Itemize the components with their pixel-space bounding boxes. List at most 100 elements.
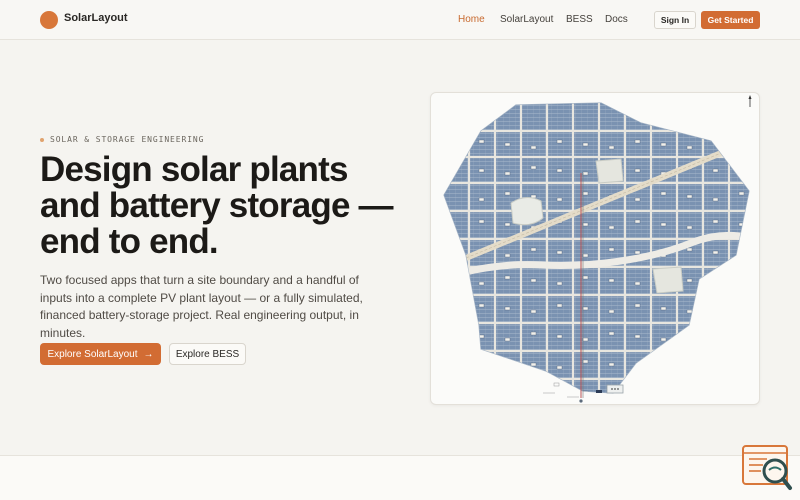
inverter-station [478, 281, 485, 286]
inverter-station [712, 334, 719, 339]
inverter-station [530, 247, 537, 252]
top-header: SolarLayout Home SolarLayout BESS Docs S… [0, 0, 800, 40]
inverter-station [738, 306, 745, 311]
inverter-station [478, 168, 485, 173]
headline-line-3: end to end. [40, 222, 219, 261]
inverter-station [738, 253, 745, 258]
page-title: Design solar plants and battery storage … [40, 152, 420, 260]
inverter-station [686, 194, 693, 199]
nav-solarlayout[interactable]: SolarLayout [500, 14, 553, 25]
inverter-station [608, 247, 615, 252]
inverter-station [712, 303, 719, 308]
arrow-right-icon: → [143, 348, 154, 360]
inverter-station [608, 331, 615, 336]
exclusion-zone [595, 158, 624, 184]
inverter-station [686, 225, 693, 230]
inverter-station [712, 168, 719, 173]
inverter-station [478, 387, 485, 392]
inverter-station [556, 387, 563, 392]
inverter-station [634, 139, 641, 144]
inverter-station [556, 334, 563, 339]
inverter-station [582, 142, 589, 147]
inverter-station [660, 359, 667, 364]
inverter-station [738, 275, 745, 280]
inverter-station [478, 219, 485, 224]
inverter-station [504, 253, 511, 258]
exclusion-zone [652, 266, 684, 294]
pv-array-field [444, 103, 749, 397]
inverter-station [660, 222, 667, 227]
inverter-station [738, 337, 745, 342]
inverter-station [712, 197, 719, 202]
inverter-station [556, 365, 563, 370]
inverter-station [608, 278, 615, 283]
inverter-station [686, 278, 693, 283]
nav-docs[interactable]: Docs [605, 14, 628, 25]
get-started-button[interactable]: Get Started [701, 11, 760, 29]
inverter-station [634, 168, 641, 173]
eyebrow-text: SOLAR & STORAGE ENGINEERING [50, 135, 205, 144]
inverter-station [582, 337, 589, 342]
inverter-station [608, 225, 615, 230]
inverter-station [478, 365, 485, 370]
inverter-station [634, 334, 641, 339]
explore-solarlayout-button[interactable]: Explore SolarLayout → [40, 343, 161, 365]
inverter-station [504, 306, 511, 311]
inverter-station [556, 281, 563, 286]
inverter-station [556, 303, 563, 308]
inverter-station [660, 390, 667, 393]
inverter-station [530, 331, 537, 336]
inverter-station [712, 219, 719, 224]
nav-bess[interactable]: BESS [566, 14, 593, 25]
inverter-station [660, 142, 667, 147]
inverter-station [504, 191, 511, 196]
inverter-station [556, 139, 563, 144]
logo-icon[interactable] [40, 11, 58, 29]
inverter-station [738, 171, 745, 176]
inverter-station [712, 281, 719, 286]
inverter-station [686, 145, 693, 150]
sign-in-button[interactable]: Sign In [654, 11, 696, 29]
inverter-station [504, 222, 511, 227]
inverter-station [634, 303, 641, 308]
search-document-icon[interactable] [741, 444, 793, 492]
inverter-station [686, 331, 693, 336]
inverter-station [582, 253, 589, 258]
inverter-station [687, 394, 692, 397]
inverter-station [582, 191, 589, 196]
brand-name[interactable]: SolarLayout [64, 12, 128, 24]
inverter-station [582, 171, 589, 176]
inverter-station [686, 362, 693, 367]
inverter-station [582, 222, 589, 227]
explore-bess-button[interactable]: Explore BESS [169, 343, 246, 365]
inverter-station [660, 337, 667, 342]
inverter-station [556, 197, 563, 202]
inverter-station [738, 222, 745, 227]
inverter-station [504, 390, 511, 393]
inverter-station [504, 142, 511, 147]
inverter-station [556, 250, 563, 255]
inverter-station [608, 145, 615, 150]
inverter-station [556, 168, 563, 173]
headline-line-1: Design solar plants [40, 150, 348, 189]
inverter-station [738, 191, 745, 196]
inverter-station [686, 309, 693, 314]
inverter-station [582, 306, 589, 311]
inverter-station [634, 219, 641, 224]
inverter-station [660, 191, 667, 196]
inverter-station [530, 309, 537, 314]
inverter-station [634, 365, 641, 370]
inverter-station [686, 247, 693, 252]
inverter-station [504, 337, 511, 342]
inverter-station [582, 275, 589, 280]
inverter-station [478, 197, 485, 202]
nav-home[interactable]: Home [458, 14, 485, 25]
inverter-station [478, 303, 485, 308]
next-section [0, 455, 800, 500]
inverter-station [634, 281, 641, 286]
plant-layout-map [443, 95, 752, 403]
inverter-station [712, 250, 719, 255]
inverter-station [531, 394, 536, 397]
inverter-station [504, 171, 511, 176]
inverter-station [634, 250, 641, 255]
